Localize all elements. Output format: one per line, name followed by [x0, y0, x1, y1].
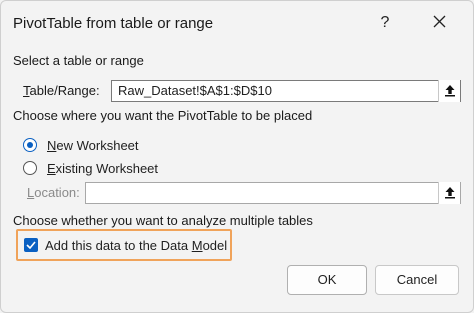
help-button[interactable]: ?: [371, 11, 399, 35]
cancel-button[interactable]: Cancel: [375, 265, 459, 295]
location-label: Location:: [27, 185, 80, 200]
select-table-heading: Select a table or range: [13, 53, 144, 68]
pivottable-dialog: PivotTable from table or range ? Select …: [0, 0, 474, 313]
ok-button[interactable]: OK: [287, 265, 367, 295]
close-button[interactable]: [425, 9, 453, 35]
multiple-tables-heading: Choose whether you want to analyze multi…: [13, 213, 313, 228]
add-to-data-model-checkbox[interactable]: [24, 238, 38, 252]
table-range-input[interactable]: Raw_Dataset!$A$1:$D$10: [111, 80, 461, 102]
existing-worksheet-radio-option[interactable]: Existing Worksheet: [23, 159, 203, 179]
collapse-range-icon: [445, 85, 455, 97]
new-worksheet-radio[interactable]: [23, 138, 37, 152]
placement-heading: Choose where you want the PivotTable to …: [13, 108, 313, 123]
location-input[interactable]: [85, 182, 461, 204]
close-icon: [433, 15, 445, 28]
add-to-data-model-label: Add this data to the Data Model: [45, 238, 228, 253]
collapse-range-icon: [445, 187, 455, 199]
new-worksheet-radio-option[interactable]: New Worksheet: [23, 136, 183, 156]
existing-worksheet-label: Existing Worksheet: [47, 161, 159, 176]
new-worksheet-label: New Worksheet: [47, 138, 139, 153]
checkmark-icon: [26, 241, 36, 249]
title-bar: PivotTable from table or range ?: [1, 1, 473, 45]
table-range-picker-button[interactable]: [438, 80, 460, 102]
dialog-title: PivotTable from table or range: [13, 15, 214, 32]
location-picker-button[interactable]: [438, 182, 460, 204]
table-range-label: Table/Range:: [23, 83, 100, 98]
table-range-value: Raw_Dataset!$A$1:$D$10: [118, 83, 272, 98]
existing-worksheet-radio[interactable]: [23, 161, 37, 175]
